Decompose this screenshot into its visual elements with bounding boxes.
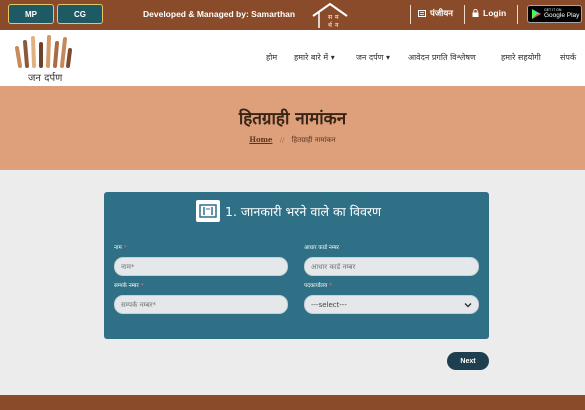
designation-label: पदकार्यालय *: [304, 283, 332, 289]
svg-text:स: स: [328, 14, 333, 21]
name-input[interactable]: [114, 257, 288, 276]
register-label: पंजीयन: [430, 8, 453, 18]
jan-darpan-logo-icon: [15, 35, 72, 68]
banner-wave: [0, 155, 585, 166]
svg-text:म: म: [335, 14, 339, 21]
nav-item-jan-darpan[interactable]: जन दर्पण ▾: [356, 52, 390, 63]
breadcrumb-current: हितग्राही नामांकन: [291, 136, 336, 144]
svg-text:न: न: [335, 22, 339, 29]
svg-text:र्थ: र्थ: [328, 21, 333, 29]
state-button-cg[interactable]: CG: [57, 4, 103, 24]
breadcrumb-separator: //: [279, 136, 285, 144]
nav-item-home[interactable]: होम: [266, 52, 277, 63]
nav-item-partners[interactable]: हमारे सहयोगी: [501, 52, 541, 63]
form-title: 1. जानकारी भरने वाले का विवरण: [225, 203, 382, 219]
login-link[interactable]: Login: [472, 8, 506, 18]
topbar-divider: [464, 5, 465, 24]
top-bar: MP CG Developed & Managed by: Samarthan …: [0, 0, 585, 30]
contact-label: सम्पर्क नम्बर *: [114, 283, 144, 289]
form-card-header: 1. जानकारी भरने वाले का विवरण: [196, 200, 381, 222]
nav-item-progress-analysis[interactable]: आवेदन प्रगति विश्लेषण: [408, 52, 476, 63]
next-button[interactable]: Next: [447, 352, 489, 370]
login-label: Login: [483, 8, 507, 18]
google-play-icon: [532, 9, 541, 19]
designation-value: ---select---: [311, 300, 347, 309]
designation-select[interactable]: ---select---: [304, 295, 479, 314]
register-icon: [418, 10, 426, 17]
form-icon: [196, 200, 220, 222]
register-link[interactable]: पंजीयन: [418, 8, 453, 19]
topbar-divider: [410, 5, 411, 24]
name-label: नाम *: [114, 245, 127, 251]
nav-item-contact[interactable]: संपर्क: [560, 52, 576, 63]
aadhaar-label: आधार कार्ड नम्बर: [304, 245, 339, 251]
breadcrumb-home[interactable]: Home: [249, 135, 272, 144]
state-button-mp[interactable]: MP: [8, 4, 54, 24]
lock-icon: [472, 9, 479, 17]
main-nav: जन दर्पण होम हमारे बारे में ▾ जन दर्पण ▾…: [0, 30, 585, 86]
page-title: हितग्राही नामांकन: [238, 109, 347, 129]
chevron-down-icon: [464, 303, 472, 308]
aadhaar-input[interactable]: [304, 257, 479, 276]
contact-input[interactable]: [114, 295, 288, 314]
logo-text: जन दर्पण: [28, 73, 63, 84]
footer-bar: [0, 395, 585, 410]
topbar-divider: [517, 5, 518, 24]
developed-by-text: Developed & Managed by: Samarthan: [143, 9, 296, 19]
samarthan-logo: स म र्थ न: [312, 2, 348, 29]
store-line-2: Google Play: [544, 11, 580, 19]
breadcrumb: Home // हितग्राही नामांकन: [0, 135, 585, 145]
nav-item-about[interactable]: हमारे बारे में ▾: [294, 52, 335, 63]
google-play-badge[interactable]: GET IT ON Google Play: [527, 5, 582, 23]
